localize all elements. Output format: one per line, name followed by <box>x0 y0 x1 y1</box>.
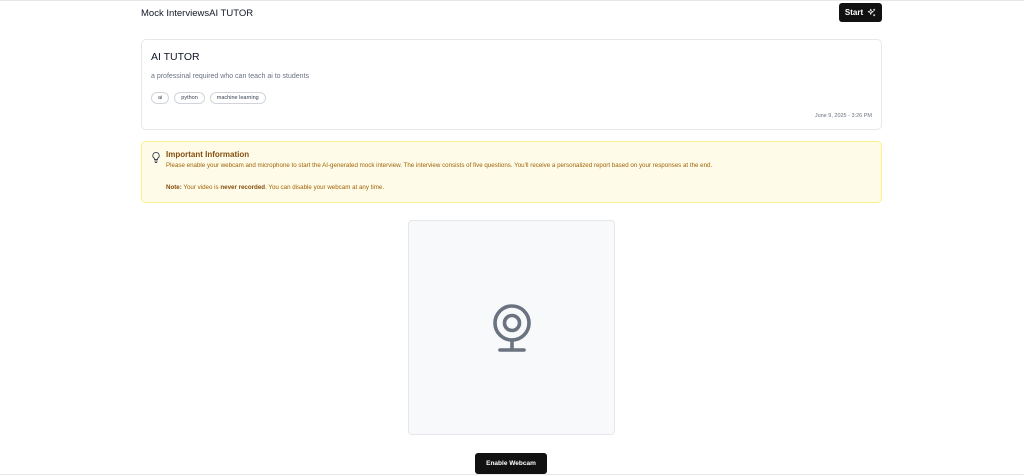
breadcrumb: Mock Interviews AI TUTOR <box>141 8 253 19</box>
webcam-placeholder <box>408 220 615 435</box>
info-text: Please enable your webcam and microphone… <box>166 162 713 169</box>
note-emphasis: never recorded <box>220 184 266 191</box>
webcam-icon <box>492 303 531 352</box>
sparkles-icon <box>867 8 876 17</box>
enable-webcam-button[interactable]: Enable Webcam <box>475 453 547 474</box>
note-label: Note: <box>166 184 182 191</box>
tag: ai <box>151 92 170 104</box>
note-text-post: . You can disable your webcam at any tim… <box>265 184 385 191</box>
info-banner: Important Information Please enable your… <box>141 141 882 203</box>
page: Mock Interviews AI TUTOR Start AI TUTOR a… <box>0 0 1024 475</box>
tag: machine learning <box>209 92 266 104</box>
info-note: Note: Your video is never recorded. You … <box>166 184 384 191</box>
start-button-label: Start <box>844 8 864 17</box>
interview-card: AI TUTOR a professinal required who can … <box>141 39 882 130</box>
note-text-pre: Your video is <box>181 184 221 191</box>
breadcrumb-parent[interactable]: Mock Interviews <box>141 8 209 19</box>
breadcrumb-current: AI TUTOR <box>209 8 254 19</box>
info-title: Important Information <box>166 150 250 159</box>
interview-description: a professinal required who can teach ai … <box>151 73 309 80</box>
start-button[interactable]: Start <box>839 3 882 22</box>
tag-list: ai python machine learning <box>151 92 266 104</box>
lightbulb-icon <box>152 152 160 163</box>
interview-title: AI TUTOR <box>151 51 200 63</box>
interview-date: June 9, 2025 - 3:26 PM <box>814 113 872 119</box>
tag: python <box>174 92 205 104</box>
